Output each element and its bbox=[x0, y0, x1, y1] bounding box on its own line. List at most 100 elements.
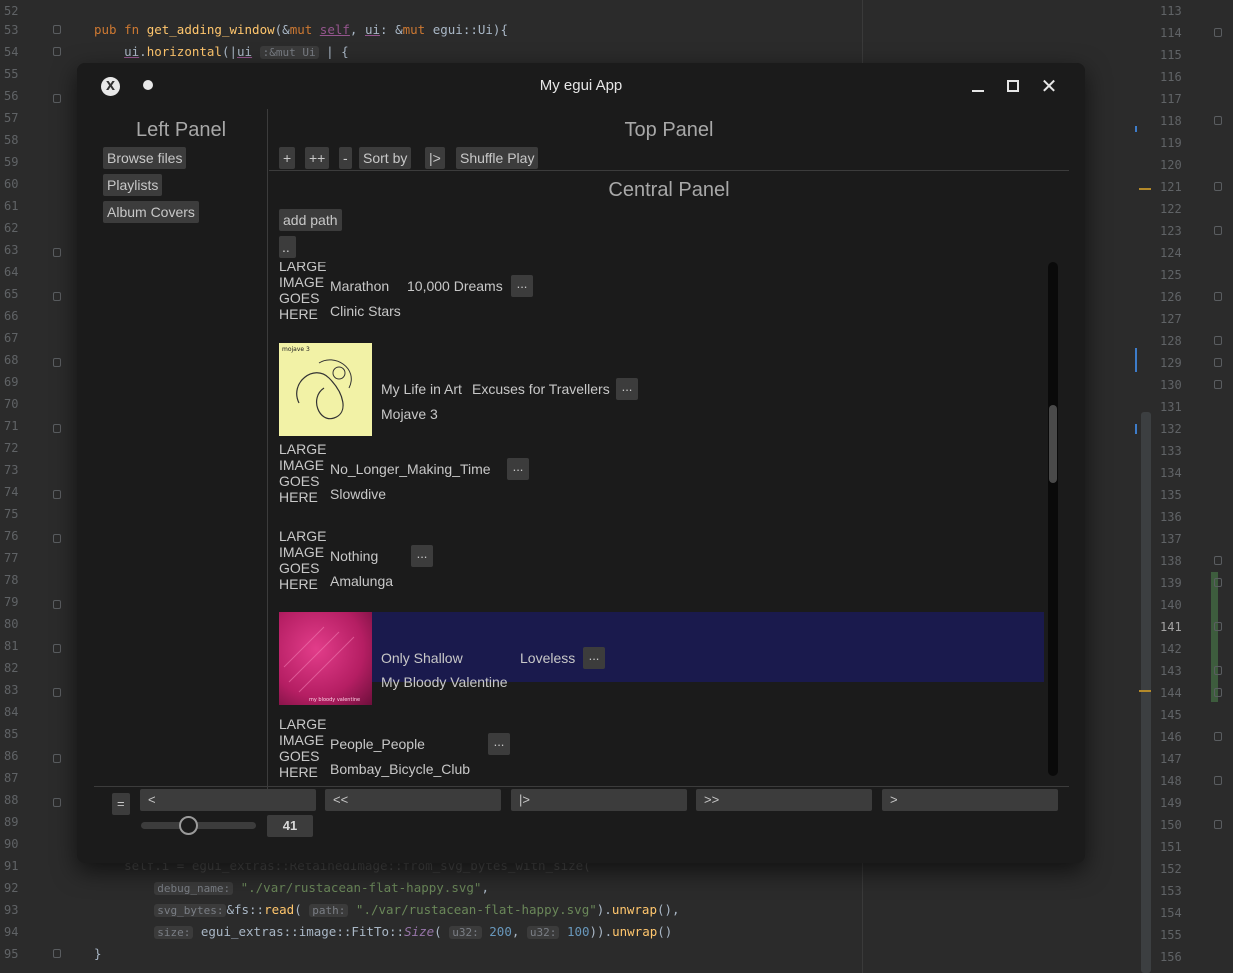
fast-forward-button[interactable]: >> bbox=[696, 789, 872, 811]
volume-value[interactable]: 41 bbox=[267, 815, 313, 837]
song-options-button[interactable]: ... bbox=[511, 275, 533, 297]
fold-icon[interactable] bbox=[1214, 666, 1222, 675]
fold-icon[interactable] bbox=[53, 25, 61, 34]
song-options-button[interactable]: ... bbox=[488, 733, 510, 755]
previous-button[interactable]: < bbox=[140, 789, 316, 811]
line-number: 95 bbox=[4, 947, 19, 961]
fold-icon[interactable] bbox=[53, 424, 61, 433]
fold-icon[interactable] bbox=[1214, 182, 1222, 191]
scrollbar-thumb[interactable] bbox=[1049, 405, 1057, 483]
line-number: 81 bbox=[4, 639, 19, 653]
shuffle-play-button[interactable]: Shuffle Play bbox=[456, 147, 539, 169]
fold-icon[interactable] bbox=[1214, 28, 1222, 37]
fold-icon[interactable] bbox=[53, 358, 61, 367]
fold-icon[interactable] bbox=[53, 644, 61, 653]
fold-icon[interactable] bbox=[53, 798, 61, 807]
song-options-button[interactable]: ... bbox=[583, 647, 605, 669]
ide-info-marker bbox=[1135, 424, 1137, 434]
playlists-button[interactable]: Playlists bbox=[103, 174, 163, 196]
line-number: 120 bbox=[1160, 158, 1182, 172]
song-row[interactable]: LARGE IMAGE GOES HERE No_Longer_Making_T… bbox=[279, 441, 1044, 507]
close-button[interactable]: ✕ bbox=[1036, 73, 1062, 99]
line-number: 92 bbox=[4, 881, 19, 895]
fold-icon[interactable] bbox=[1214, 732, 1222, 741]
volume-slider-handle[interactable] bbox=[179, 816, 199, 835]
song-artist: Clinic Stars bbox=[330, 303, 401, 319]
fold-icon[interactable] bbox=[53, 490, 61, 499]
add-path-button[interactable]: add path bbox=[279, 209, 342, 231]
fold-icon[interactable] bbox=[53, 94, 61, 103]
fold-icon[interactable] bbox=[53, 949, 61, 958]
play-button[interactable]: |> bbox=[425, 147, 445, 169]
line-number: 132 bbox=[1160, 422, 1182, 436]
parent-dir-button[interactable]: .. bbox=[279, 236, 296, 258]
line-number: 139 bbox=[1160, 576, 1182, 590]
fold-icon[interactable] bbox=[53, 534, 61, 543]
song-options-button[interactable]: ... bbox=[411, 545, 433, 567]
song-options-button[interactable]: ... bbox=[616, 378, 638, 400]
rewind-button[interactable]: << bbox=[325, 789, 501, 811]
fold-icon[interactable] bbox=[53, 248, 61, 257]
ide-line: 93 svg_bytes: &fs::read( path: "./var/rus… bbox=[0, 899, 1233, 921]
song-list[interactable]: LARGE IMAGE GOES HERE Marathon 10,000 Dr… bbox=[279, 262, 1059, 782]
fold-icon[interactable] bbox=[1214, 578, 1222, 587]
song-options-button[interactable]: ... bbox=[507, 458, 529, 480]
fold-icon[interactable] bbox=[1214, 556, 1222, 565]
line-number: 72 bbox=[4, 441, 19, 455]
play-pause-button[interactable]: |> bbox=[511, 789, 687, 811]
fold-icon[interactable] bbox=[1214, 358, 1222, 367]
sort-by-button[interactable]: Sort by bbox=[359, 147, 412, 169]
cover-placeholder: LARGE IMAGE GOES HERE bbox=[279, 441, 327, 505]
song-row[interactable]: LARGE IMAGE GOES HERE People_People Bomb… bbox=[279, 716, 1044, 782]
add-many-button[interactable]: ++ bbox=[305, 147, 330, 169]
next-button[interactable]: > bbox=[882, 789, 1058, 811]
fold-icon[interactable] bbox=[1214, 336, 1222, 345]
menu-button[interactable]: = bbox=[112, 793, 130, 815]
song-row[interactable]: LARGE IMAGE GOES HERE Marathon 10,000 Dr… bbox=[279, 262, 1044, 324]
song-list-scrollbar[interactable] bbox=[1048, 262, 1058, 776]
line-number: 125 bbox=[1160, 268, 1182, 282]
song-artist: Slowdive bbox=[330, 486, 387, 502]
fold-icon[interactable] bbox=[1214, 292, 1222, 301]
line-number: 69 bbox=[4, 375, 19, 389]
line-number: 56 bbox=[4, 89, 19, 103]
maximize-button[interactable] bbox=[1000, 73, 1026, 99]
fold-icon[interactable] bbox=[1214, 820, 1222, 829]
browse-files-button[interactable]: Browse files bbox=[103, 147, 187, 169]
fold-icon[interactable] bbox=[53, 292, 61, 301]
fold-icon[interactable] bbox=[1214, 776, 1222, 785]
code-text: size: egui_extras::image::FitTo::Size( u… bbox=[94, 921, 672, 944]
line-number: 68 bbox=[4, 353, 19, 367]
line-number: 60 bbox=[4, 177, 19, 191]
fold-icon[interactable] bbox=[1214, 688, 1222, 697]
fold-icon[interactable] bbox=[1214, 380, 1222, 389]
line-number: 71 bbox=[4, 419, 19, 433]
fold-icon[interactable] bbox=[1214, 226, 1222, 235]
fold-icon[interactable] bbox=[1214, 622, 1222, 631]
line-number: 119 bbox=[1160, 136, 1182, 150]
fold-icon[interactable] bbox=[53, 47, 61, 56]
line-number: 136 bbox=[1160, 510, 1182, 524]
song-row[interactable]: LARGE IMAGE GOES HERE Nothing Amalunga .… bbox=[279, 528, 1044, 594]
remove-button[interactable]: - bbox=[339, 147, 352, 169]
line-number: 62 bbox=[4, 221, 19, 235]
fold-icon[interactable] bbox=[53, 600, 61, 609]
minimize-button[interactable] bbox=[965, 73, 991, 99]
add-button[interactable]: + bbox=[279, 147, 296, 169]
volume-slider[interactable] bbox=[141, 816, 256, 835]
fold-icon[interactable] bbox=[1214, 116, 1222, 125]
line-number: 117 bbox=[1160, 92, 1182, 106]
top-panel-title: Top Panel bbox=[624, 119, 714, 141]
window-titlebar[interactable]: X My egui App ✕ bbox=[77, 63, 1085, 109]
top-panel: Top Panel + ++ - Sort by |> Shuffle Play bbox=[269, 109, 1069, 171]
song-row-selected[interactable]: my bloody valentine Only Shallow Loveles… bbox=[279, 612, 1044, 705]
line-number: 79 bbox=[4, 595, 19, 609]
album-covers-button[interactable]: Album Covers bbox=[103, 201, 199, 223]
line-number: 114 bbox=[1160, 26, 1182, 40]
fold-icon[interactable] bbox=[53, 688, 61, 697]
song-row[interactable]: mojave 3 My Life in Art Excuses for Trav… bbox=[279, 343, 1044, 436]
line-number: 74 bbox=[4, 485, 19, 499]
fold-icon[interactable] bbox=[53, 754, 61, 763]
ide-scrollbar[interactable] bbox=[1141, 412, 1151, 973]
line-number: 128 bbox=[1160, 334, 1182, 348]
